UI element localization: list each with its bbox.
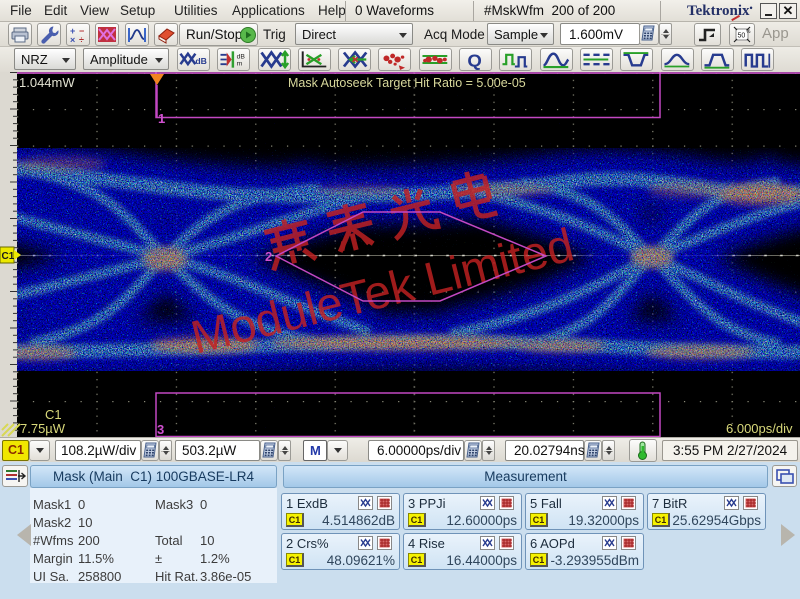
svg-text:1: 1 xyxy=(158,111,165,126)
svg-text:2: 2 xyxy=(265,249,272,264)
svg-text:Mask Autoseek Target Hit Ratio: Mask Autoseek Target Hit Ratio = 5.00e-0… xyxy=(288,76,526,90)
svg-text:C1: C1 xyxy=(45,407,62,422)
svg-text:1.044mW: 1.044mW xyxy=(19,75,75,90)
svg-text:dB: dB xyxy=(195,56,207,66)
svg-text:m: m xyxy=(237,60,243,67)
svg-text:÷: ÷ xyxy=(79,35,84,45)
svg-text:C1: C1 xyxy=(2,251,15,262)
svg-text:×: × xyxy=(70,35,75,45)
svg-text:dB: dB xyxy=(237,53,246,60)
svg-text:3: 3 xyxy=(157,422,164,437)
svg-text:50: 50 xyxy=(738,33,746,40)
svg-text:7.75µW: 7.75µW xyxy=(20,421,66,436)
svg-text:%: % xyxy=(746,29,751,35)
svg-text:6.000ps/div: 6.000ps/div xyxy=(726,421,793,436)
svg-text:Q: Q xyxy=(467,51,481,70)
